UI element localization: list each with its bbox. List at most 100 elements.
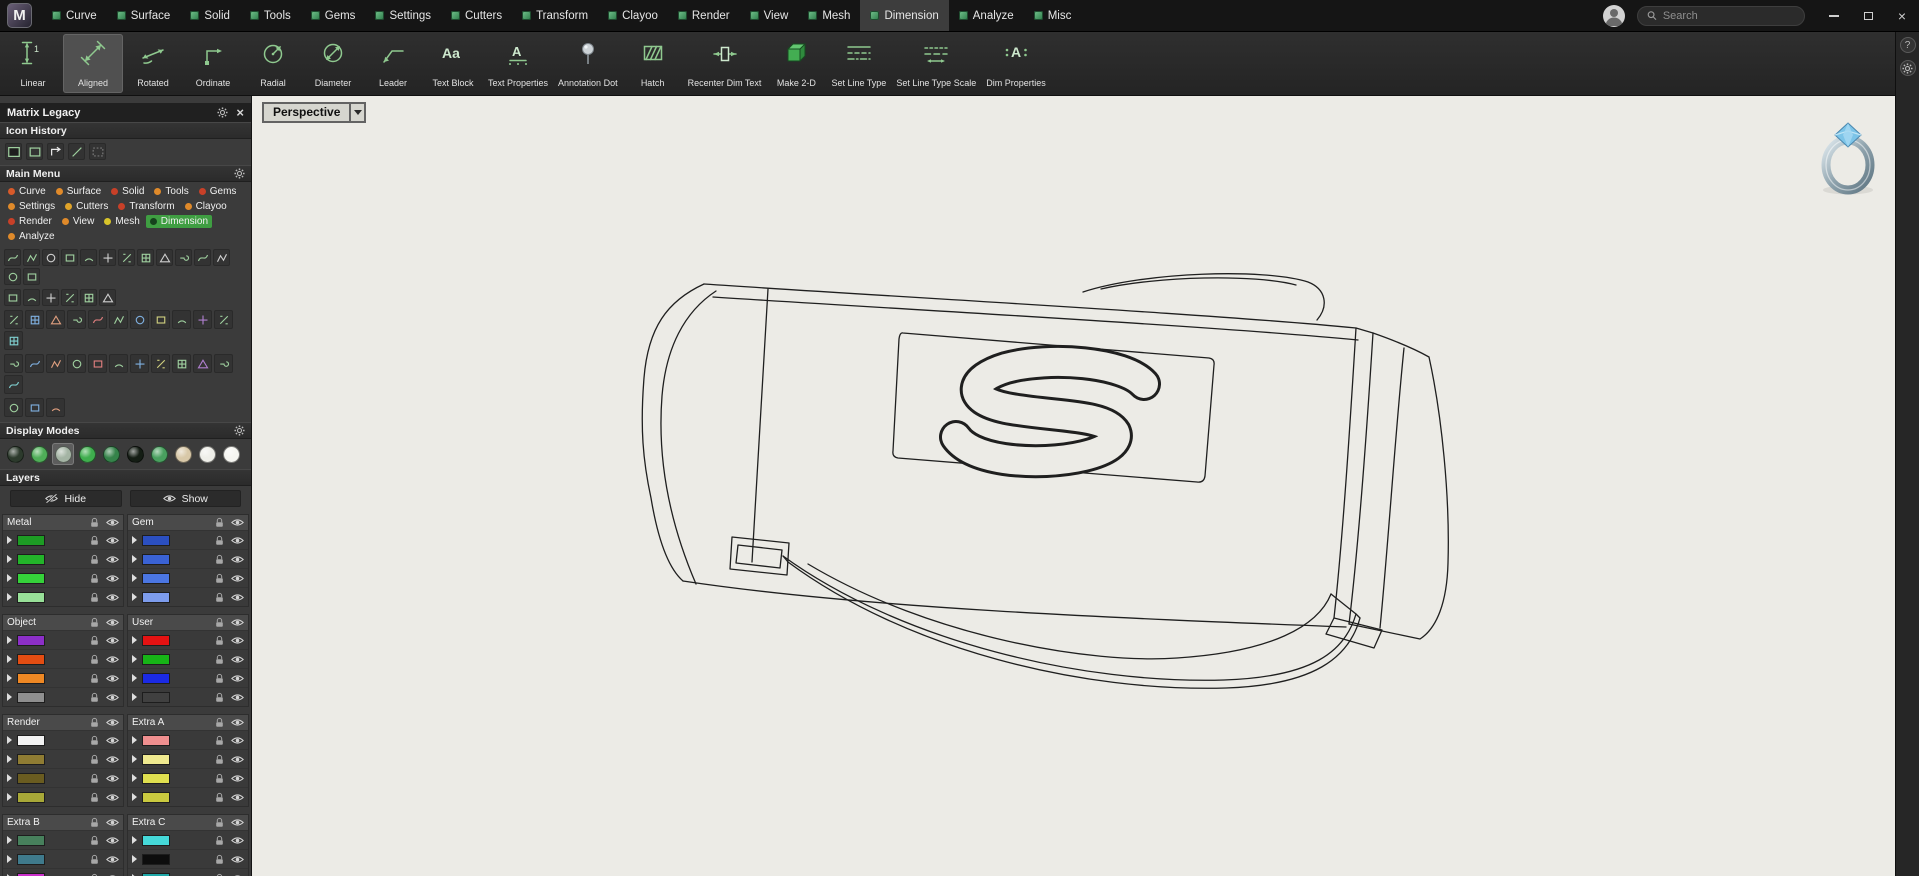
layer-row[interactable] bbox=[3, 868, 123, 876]
user-avatar[interactable] bbox=[1603, 4, 1625, 27]
layer-color-swatch[interactable] bbox=[17, 772, 45, 784]
eye-icon[interactable] bbox=[106, 836, 119, 845]
eye-icon[interactable] bbox=[106, 593, 119, 602]
faded-rect-icon[interactable] bbox=[89, 143, 106, 160]
lock-icon[interactable] bbox=[215, 617, 224, 628]
layer-row[interactable] bbox=[128, 787, 248, 806]
show-layers-button[interactable]: Show bbox=[129, 490, 241, 507]
layer-group-header[interactable]: Extra A bbox=[128, 715, 248, 730]
main-menu-item-clayoo[interactable]: Clayoo bbox=[181, 200, 231, 213]
menu-tab-gems[interactable]: Gems bbox=[301, 0, 366, 31]
layer-group-header[interactable]: Object bbox=[3, 615, 123, 630]
view-dropdown-arrow[interactable] bbox=[351, 102, 367, 123]
expand-arrow-icon[interactable] bbox=[7, 774, 12, 782]
toolbar-button-make-2-d[interactable]: Make 2-D bbox=[766, 34, 826, 93]
outline-rect-icon[interactable] bbox=[26, 143, 43, 160]
toolbar-button-leader[interactable]: Leader bbox=[363, 34, 423, 93]
main-menu-item-settings[interactable]: Settings bbox=[4, 200, 59, 213]
lock-icon[interactable] bbox=[90, 754, 99, 765]
eye-icon[interactable] bbox=[106, 736, 119, 745]
eye-icon[interactable] bbox=[106, 655, 119, 664]
eye-icon[interactable] bbox=[231, 618, 244, 627]
layer-row[interactable] bbox=[3, 687, 123, 706]
blend-icon[interactable] bbox=[151, 354, 170, 373]
sweep-icon[interactable] bbox=[193, 354, 212, 373]
layer-color-swatch[interactable] bbox=[142, 791, 170, 803]
eye-icon[interactable] bbox=[231, 755, 244, 764]
ring-preview[interactable] bbox=[1807, 118, 1889, 198]
layer-row[interactable] bbox=[3, 530, 123, 549]
lock-icon[interactable] bbox=[90, 854, 99, 865]
layer-group-header[interactable]: Metal bbox=[3, 515, 123, 530]
expand-arrow-icon[interactable] bbox=[7, 655, 12, 663]
main-menu-item-gems[interactable]: Gems bbox=[195, 185, 241, 198]
expand-arrow-icon[interactable] bbox=[132, 793, 137, 801]
leader-small-icon[interactable] bbox=[23, 268, 40, 285]
eye-icon[interactable] bbox=[106, 718, 119, 727]
expand-arrow-icon[interactable] bbox=[7, 836, 12, 844]
box-icon[interactable] bbox=[23, 289, 40, 306]
toolbar-button-hatch[interactable]: Hatch bbox=[623, 34, 683, 93]
eye-icon[interactable] bbox=[106, 574, 119, 583]
layer-color-swatch[interactable] bbox=[17, 591, 45, 603]
main-menu-item-mesh[interactable]: Mesh bbox=[100, 215, 143, 228]
viewport-perspective[interactable]: Perspective bbox=[252, 96, 1895, 876]
offset-icon[interactable] bbox=[118, 249, 135, 266]
expand-arrow-icon[interactable] bbox=[7, 536, 12, 544]
menu-tab-surface[interactable]: Surface bbox=[107, 0, 181, 31]
eye-icon[interactable] bbox=[231, 855, 244, 864]
arc-icon[interactable] bbox=[42, 249, 59, 266]
lock-icon[interactable] bbox=[90, 592, 99, 603]
eye-icon[interactable] bbox=[231, 593, 244, 602]
gear-icon[interactable] bbox=[234, 425, 245, 436]
menu-tab-analyze[interactable]: Analyze bbox=[949, 0, 1024, 31]
lock-icon[interactable] bbox=[90, 535, 99, 546]
explode-icon[interactable] bbox=[88, 354, 107, 373]
menu-tab-view[interactable]: View bbox=[740, 0, 799, 31]
copy-icon[interactable] bbox=[25, 310, 44, 329]
layer-row[interactable] bbox=[3, 668, 123, 687]
layer-color-swatch[interactable] bbox=[17, 853, 45, 865]
lock-icon[interactable] bbox=[215, 792, 224, 803]
eye-icon[interactable] bbox=[231, 655, 244, 664]
layer-row[interactable] bbox=[128, 530, 248, 549]
expand-arrow-icon[interactable] bbox=[7, 574, 12, 582]
corner-arrow-icon[interactable] bbox=[47, 143, 64, 160]
layer-color-swatch[interactable] bbox=[17, 872, 45, 876]
loft-icon[interactable] bbox=[80, 289, 97, 306]
layer-row[interactable] bbox=[128, 849, 248, 868]
lock-icon[interactable] bbox=[90, 873, 99, 876]
eye-icon[interactable] bbox=[106, 693, 119, 702]
layer-row[interactable] bbox=[3, 549, 123, 568]
display-mode-ghosted[interactable] bbox=[52, 443, 74, 465]
eye-icon[interactable] bbox=[106, 636, 119, 645]
main-menu-item-solid[interactable]: Solid bbox=[107, 185, 148, 198]
layer-row[interactable] bbox=[3, 649, 123, 668]
ellipse-icon[interactable] bbox=[99, 249, 116, 266]
lock-icon[interactable] bbox=[215, 835, 224, 846]
filled-panel-icon[interactable] bbox=[5, 143, 22, 160]
lock-icon[interactable] bbox=[215, 535, 224, 546]
extend-icon[interactable] bbox=[175, 249, 192, 266]
lock-icon[interactable] bbox=[90, 573, 99, 584]
layer-row[interactable] bbox=[3, 768, 123, 787]
layer-row[interactable] bbox=[3, 630, 123, 649]
eye-icon[interactable] bbox=[231, 736, 244, 745]
expand-arrow-icon[interactable] bbox=[132, 855, 137, 863]
menu-tab-settings[interactable]: Settings bbox=[365, 0, 441, 31]
rect-icon[interactable] bbox=[61, 249, 78, 266]
lock-icon[interactable] bbox=[215, 773, 224, 784]
main-menu-item-analyze[interactable]: Analyze bbox=[4, 230, 59, 243]
layer-row[interactable] bbox=[128, 730, 248, 749]
expand-arrow-icon[interactable] bbox=[7, 555, 12, 563]
layer-row[interactable] bbox=[128, 630, 248, 649]
layer-color-swatch[interactable] bbox=[142, 691, 170, 703]
lock-icon[interactable] bbox=[90, 635, 99, 646]
expand-arrow-icon[interactable] bbox=[7, 855, 12, 863]
layer-row[interactable] bbox=[128, 549, 248, 568]
scale-icon[interactable] bbox=[67, 310, 86, 329]
display-mode-clay[interactable] bbox=[172, 443, 194, 465]
lock-icon[interactable] bbox=[215, 717, 224, 728]
layer-color-swatch[interactable] bbox=[17, 553, 45, 565]
layer-color-swatch[interactable] bbox=[142, 834, 170, 846]
